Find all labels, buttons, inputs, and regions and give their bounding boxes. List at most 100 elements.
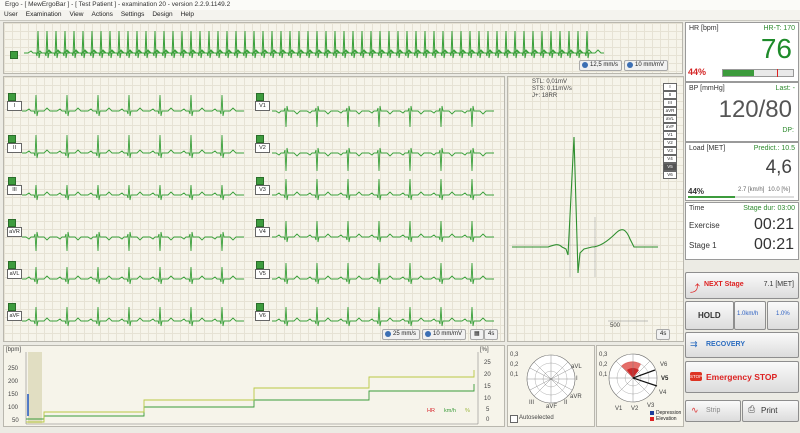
menu-design[interactable]: Design [148,10,176,19]
avg-lead-v3[interactable]: V3 [663,147,677,155]
polar2-label-V2: V2 [631,406,639,412]
strip-icon: ∿ [691,405,699,415]
lead-trace-ii [22,134,244,159]
lead-marker-avl [8,261,16,269]
menu-user[interactable]: User [0,10,22,19]
autoselected-checkbox[interactable] [510,415,518,423]
lead-marker-v5 [256,261,264,269]
ecg-gain-button[interactable]: 10 mm/mV [422,329,467,340]
lead-trace-v5 [272,262,494,285]
next-stage-icon: ⤴ [690,284,700,295]
polar2-label-V6: V6 [660,362,668,368]
lead-marker-avf [8,303,16,311]
rhythm-gain-button[interactable]: 10 mm/mV [624,60,669,71]
recovery-button[interactable]: ⇉ RECOVERY [685,332,799,358]
avg-lead-v1[interactable]: V1 [663,131,677,139]
st-polar-chest-panel: 0,3 0,2 0,1 V6 V5 V4 V3 V2 V1 Depression… [596,345,684,427]
lead-marker-i [8,93,16,101]
lead-trace-v4 [272,220,494,243]
lead-trace-i [22,94,244,117]
legend-kmh: km/h [444,408,456,414]
print-button[interactable]: ⎙ Print [742,400,799,422]
avg-lead-iii[interactable]: III [663,99,677,107]
print-label: Print [761,406,778,415]
ecg-12-lead-panel: I II III aVR aVL aVF V1 V2 V3 V4 V5 V6 25 mm/s 10 m… [3,76,505,342]
ecg-grid-toggle[interactable]: ▦ [470,329,484,340]
hr-progress-fill [723,70,754,76]
next-stage-button[interactable]: ⤴ NEXT Stage 7.1 [MET] [685,272,799,299]
ecg-tag-label: 4s [488,331,495,337]
rhythm-speed-label: 12,5 mm/s [590,62,619,68]
bp-last: Last: - [775,85,795,92]
lead-label-iii[interactable]: III [7,185,22,195]
avg-lead-i[interactable]: I [663,83,677,91]
lead-marker-ii [8,135,16,143]
rhythm-speed-button[interactable]: 12,5 mm/s [579,60,623,71]
lead-trace-v6 [272,306,494,327]
ecg-gain-label: 10 mm/mV [433,331,463,337]
hr-label: HR [bpm] [689,25,719,32]
lead-trace-v2 [272,147,494,172]
lead-label-v2[interactable]: V2 [255,143,270,153]
emergency-stop-button[interactable]: STOP Emergency STOP [685,361,799,393]
menu-actions[interactable]: Actions [88,10,117,19]
lead-label-ii[interactable]: II [7,143,22,153]
menu-view[interactable]: View [66,10,88,19]
hr-value: 76 [760,33,792,64]
menu-examination[interactable]: Examination [22,10,66,19]
lead-marker-iii [8,177,16,185]
lead-label-v6[interactable]: V6 [255,311,270,321]
lead-marker-v2 [256,135,264,143]
stop-icon: STOP [690,372,703,381]
gain-icon [627,62,633,68]
elevation-swatch [650,417,654,421]
load-progress-bar [688,196,794,198]
ecg-speed-button[interactable]: 25 mm/s [382,329,421,340]
gain-icon [425,331,431,337]
lead-label-v4[interactable]: V4 [255,227,270,237]
met-label: 7.1 [MET] [763,281,794,288]
ecg-speed-label: 25 mm/s [393,331,417,337]
load-box: Load [MET] Predict.: 10.5 4,6 44% 2.7 [k… [685,142,799,201]
speed-adjust-button[interactable]: 1.0km/h [734,301,766,330]
avg-lead-v4[interactable]: V4 [663,155,677,163]
lead-label-avf[interactable]: aVF [7,311,22,321]
avg-lead-avr[interactable]: aVR [663,107,677,115]
polar2-value-0: 0,3 [599,352,608,358]
stage-duration: Stage dur: 03:00 [743,205,795,212]
trend-chart [25,352,479,425]
avg-lead-v2[interactable]: V2 [663,139,677,147]
strip-button[interactable]: ∿ Strip [685,400,741,422]
lead-label-v1[interactable]: V1 [255,101,270,111]
avg-lead-avf[interactable]: aVF [663,123,677,131]
stage-time: 00:21 [753,236,794,253]
lead-label-i[interactable]: I [7,101,22,111]
hold-button[interactable]: HOLD [685,301,734,330]
menu-help[interactable]: Help [177,10,198,19]
avg-tag-button[interactable]: 4s [656,329,671,340]
lead-label-v5[interactable]: V5 [255,269,270,279]
lead-label-avl[interactable]: aVL [7,269,22,279]
load-progress-fill [688,196,735,198]
lead-marker-v1 [256,93,264,101]
avg-lead-v6[interactable]: V6 [663,171,677,179]
grade-adjust-label: 1.0% [776,311,790,317]
ecg-tag-button[interactable]: 4s [484,329,499,340]
avg-lead-ii[interactable]: II [663,91,677,99]
polar1-value-2: 0,1 [510,372,519,378]
hold-label: HOLD [698,311,721,320]
lead-label-v3[interactable]: V3 [255,185,270,195]
speed-icon [385,331,391,337]
load-value: 4,6 [765,157,792,178]
grade-adjust-button[interactable]: 1.0% [767,301,799,330]
polar2-value-2: 0,1 [599,372,608,378]
polar1-label-I: I [576,376,578,382]
polar1-value-0: 0,3 [510,352,519,358]
menu-settings[interactable]: Settings [117,10,149,19]
avg-lead-avl[interactable]: aVL [663,115,677,123]
load-predict: Predict.: 10.5 [753,145,795,152]
lead-marker-avr [8,219,16,227]
avg-lead-v5[interactable]: V5 [663,163,677,171]
lead-label-avr[interactable]: aVR [7,227,22,237]
lead-trace-avf [22,306,244,327]
